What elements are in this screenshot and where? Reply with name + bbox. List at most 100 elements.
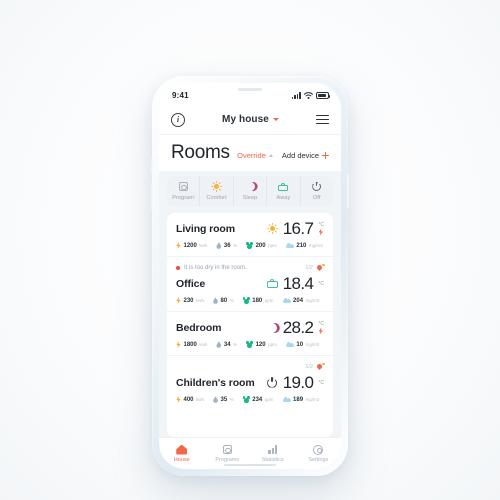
room-temperature: 19.0	[282, 373, 314, 392]
home-indicator[interactable]	[224, 463, 276, 466]
power-button[interactable]	[347, 174, 350, 208]
metric-value: 120	[255, 341, 266, 348]
programs-icon	[222, 444, 232, 455]
bottom-tab-bar: House Programs Statistics Settings	[159, 437, 341, 469]
metric-unit: %	[229, 397, 234, 402]
heating-bolt-icon	[318, 328, 323, 335]
add-device-label: Add device	[281, 151, 319, 160]
metric-value: 234	[252, 396, 263, 403]
metric-unit: mg/m3	[305, 298, 320, 303]
room-temperature: 16.7	[282, 219, 314, 238]
add-device-button[interactable]: Add device	[282, 151, 329, 160]
metric-energy: 400 kwh	[176, 396, 205, 403]
cloud-icon	[285, 342, 294, 347]
mode-button-away[interactable]: Away	[267, 176, 301, 206]
sun-icon	[267, 223, 278, 234]
tab-programs[interactable]: Programs	[205, 444, 251, 463]
info-circle-icon[interactable]: i	[171, 112, 185, 127]
screenshot-stage: 9:41 i My house Rooms Override Add devic…	[0, 0, 500, 500]
status-bar-indicators	[291, 92, 331, 99]
tab-house[interactable]: House	[159, 444, 205, 463]
drop-icon	[216, 341, 222, 348]
device-notch	[213, 83, 287, 96]
bolt-icon	[176, 341, 181, 348]
room-main-row: Office 18.4 °C	[176, 275, 324, 292]
chevron-up-icon	[268, 154, 273, 157]
room-card-living-room[interactable]: Living room 16.7 °C 1200 kwh 36 % 200 pp…	[167, 213, 333, 257]
temperature-unit-group: °C	[318, 222, 324, 236]
page-header: Rooms Override Add device	[159, 135, 341, 171]
room-name: Office	[176, 277, 206, 290]
room-metrics: 400 kwh 35 % 234 ppm 189 mg/m3	[176, 396, 324, 403]
drop-icon	[213, 297, 219, 304]
warning-count: 1/2	[305, 364, 313, 370]
override-button[interactable]: Override	[237, 151, 273, 160]
metric-value: 230	[183, 297, 194, 304]
mode-button-program[interactable]: Program	[167, 176, 201, 206]
room-warning-row: It is too dry in the room. 1/2	[176, 263, 325, 272]
metric-co2: 234 ppm	[242, 396, 274, 403]
metric-value: 35	[220, 396, 228, 403]
moon-icon	[267, 322, 278, 333]
warning-count: 1/2	[305, 265, 313, 271]
briefcase-icon	[266, 278, 278, 289]
room-temperature-group: 18.4 °C	[266, 275, 324, 292]
bolt-icon	[176, 396, 181, 403]
mode-label-program: Program	[172, 195, 195, 201]
header-actions: Override Add device	[237, 151, 329, 162]
settings-gear-icon	[313, 444, 324, 455]
bolt-icon	[176, 242, 181, 249]
room-temperature-group: 28.2 °C	[267, 319, 324, 336]
room-card-childrens-room[interactable]: 1/2 Children's room 19.0 °C 400 kwh 35 %…	[167, 356, 333, 410]
room-main-row: Living room 16.7 °C	[176, 220, 324, 237]
room-card-bedroom[interactable]: Bedroom 28.2 °C 1800 kwh 34 % 120 ppm 10…	[167, 312, 333, 356]
mode-label-away: Away	[276, 195, 291, 201]
room-card-office[interactable]: It is too dry in the room. 1/2 Office 18…	[167, 257, 333, 312]
mode-selector: Program Comfort Sleep Away Off	[167, 176, 333, 206]
chevron-down-icon	[272, 118, 279, 121]
metric-unit: kwh	[199, 243, 208, 248]
metric-unit: mg/m3	[305, 342, 320, 347]
mode-button-sleep[interactable]: Sleep	[234, 176, 268, 206]
temperature-unit-group: °C	[318, 321, 324, 335]
metric-value: 10	[296, 341, 304, 348]
metric-humidity: 35 %	[213, 396, 234, 403]
metric-unit: ppm	[264, 397, 274, 402]
metric-value: 200	[255, 242, 266, 249]
drop-icon	[216, 242, 222, 249]
house-selector[interactable]: My house	[222, 114, 279, 125]
co2-icon	[242, 396, 250, 403]
hamburger-menu-icon[interactable]	[315, 114, 329, 125]
metric-unit: kwh	[199, 342, 208, 347]
metric-co2: 180 ppm	[242, 297, 274, 304]
humidity-warning-icon	[315, 362, 325, 371]
metric-unit: %	[229, 298, 234, 303]
tab-label-statistics: Statistics	[261, 457, 284, 463]
signal-bars-icon	[291, 92, 301, 99]
room-name: Living room	[176, 222, 235, 235]
metric-energy: 1200 kwh	[176, 242, 208, 249]
mode-button-comfort[interactable]: Comfort	[200, 176, 234, 206]
temperature-unit: °C	[318, 379, 324, 386]
phone-screen: 9:41 i My house Rooms Override Add devic…	[159, 83, 341, 469]
tab-label-house: House	[173, 457, 190, 463]
room-main-row: Children's room 19.0 °C	[176, 374, 324, 391]
metric-unit: %	[233, 243, 238, 248]
tab-settings[interactable]: Settings	[296, 444, 342, 463]
house-icon	[176, 444, 188, 455]
mode-label-comfort: Comfort	[206, 195, 227, 201]
metric-air-quality: 189 mg/m3	[282, 396, 319, 403]
room-metrics: 1200 kwh 36 % 200 ppm 210 mg/m3	[176, 242, 324, 249]
metric-co2: 120 ppm	[246, 341, 277, 348]
metric-unit: ppm	[264, 298, 274, 303]
room-name: Bedroom	[176, 321, 222, 334]
mode-button-off[interactable]: Off	[301, 176, 333, 206]
metric-value: 189	[293, 396, 304, 403]
power-icon	[312, 181, 322, 192]
tab-statistics[interactable]: Statistics	[250, 444, 296, 463]
rooms-list: Living room 16.7 °C 1200 kwh 36 % 200 pp…	[167, 213, 333, 437]
metric-value: 34	[223, 341, 231, 348]
bolt-icon	[176, 297, 181, 304]
warning-counter: 1/2	[305, 263, 325, 272]
metric-value: 210	[296, 242, 307, 249]
